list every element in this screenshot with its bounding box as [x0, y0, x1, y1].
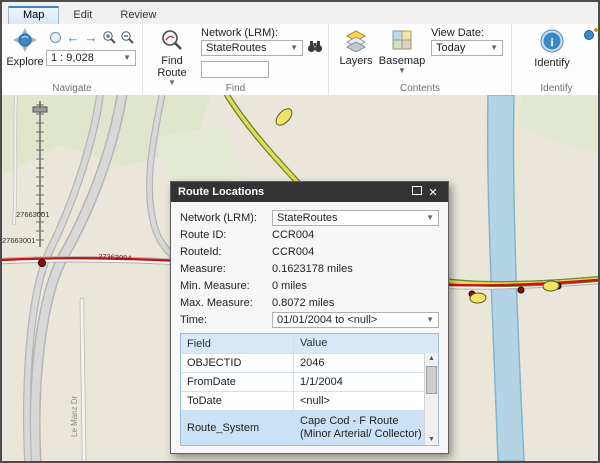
- field-value: CCR004: [272, 228, 315, 241]
- navigate-group-label: Navigate: [52, 83, 92, 94]
- field-value: 0.1623178 miles: [272, 262, 353, 275]
- network-lrm-label: Network (LRM):: [201, 27, 279, 39]
- scroll-up-icon[interactable]: ▲: [428, 353, 435, 364]
- chevron-down-icon: ▼: [123, 53, 131, 62]
- tab-review[interactable]: Review: [106, 6, 170, 24]
- maximize-icon[interactable]: [409, 186, 425, 198]
- column-header-value: Value: [300, 337, 328, 349]
- table-row[interactable]: FromDate 1/1/2004: [181, 372, 438, 391]
- street-name-label: Le Manz Dr: [70, 395, 79, 437]
- table-row[interactable]: OBJECTID 2046: [181, 353, 438, 372]
- view-date-label: View Date:: [431, 27, 484, 39]
- field-label: Network (LRM):: [180, 211, 258, 224]
- explore-icon: [12, 27, 38, 56]
- tab-map[interactable]: Map: [8, 6, 60, 24]
- route-point: [37, 258, 47, 268]
- zoom-out-icon[interactable]: [118, 28, 136, 46]
- table-header-row: Field Value: [181, 334, 438, 353]
- ribbon: Explore ← → 1 : 9,028 ▼ Navigate Find Ro…: [2, 24, 598, 96]
- close-icon[interactable]: ✕: [425, 186, 441, 199]
- view-date-combo[interactable]: Today ▼: [431, 40, 503, 56]
- find-route-value-input[interactable]: [201, 61, 269, 78]
- table-row[interactable]: ToDate <null>: [181, 391, 438, 410]
- field-label: Time:: [180, 313, 208, 326]
- find-route-button[interactable]: Find Route ▼: [151, 28, 193, 87]
- chevron-down-icon: ▼: [490, 43, 498, 52]
- panel-body: Network (LRM): StateRoutes ▼ Route ID: CCR…: [171, 202, 448, 453]
- group-identify: i Identify Identify: [512, 24, 598, 95]
- field-value: 0.8072 miles: [272, 296, 335, 309]
- layers-button[interactable]: Layers: [337, 28, 375, 67]
- basemap-icon: [390, 28, 414, 55]
- field-label: Min. Measure:: [180, 279, 250, 292]
- scroll-down-icon[interactable]: ▼: [428, 434, 435, 445]
- app-window: Map Edit Review Explore ← → 1: 9,028 ▼ …: [0, 0, 600, 463]
- route-id-label: 27663001: [16, 210, 49, 219]
- panel-titlebar[interactable]: Route Locations ✕: [171, 182, 448, 202]
- identify-window-icon[interactable]: [583, 26, 598, 46]
- identify-icon: i: [539, 28, 565, 57]
- chevron-down-icon: ▼: [398, 66, 406, 75]
- field-value: CCR004: [272, 245, 315, 258]
- scrollbar-thumb[interactable]: [426, 366, 437, 394]
- zoom-in-icon[interactable]: [100, 28, 118, 46]
- route-point: [517, 286, 525, 294]
- identify-group-label: Identify: [540, 83, 573, 94]
- find-route-icon: [160, 28, 184, 55]
- panel-title: Route Locations: [178, 186, 265, 198]
- full-extent-icon[interactable]: [46, 28, 64, 46]
- group-contents: Layers Basemap ▼ View Date: Today ▼ Cont…: [329, 24, 512, 95]
- basemap-button[interactable]: Basemap ▼: [379, 28, 425, 75]
- previous-extent-icon[interactable]: ←: [64, 28, 82, 46]
- time-combo[interactable]: 01/01/2004 to <null> ▼: [272, 311, 439, 328]
- layers-icon: [344, 28, 368, 55]
- attributes-table: Field Value OBJECTID 2046 FromDate 1/1/2…: [180, 333, 439, 446]
- group-find: Find Route ▼ Network (LRM): StateRoutes ▼…: [143, 24, 329, 95]
- navigate-small-toolbar: ← →: [46, 28, 136, 46]
- explore-button[interactable]: Explore: [6, 27, 44, 68]
- scale-combo[interactable]: 1 : 9,028 ▼: [46, 50, 136, 66]
- chevron-down-icon: ▼: [290, 43, 298, 52]
- table-row-selected[interactable]: Route_System Cape Cod - F Route (Minor A…: [181, 410, 438, 445]
- network-lrm-combo[interactable]: StateRoutes ▼: [201, 40, 303, 56]
- field-value: 0 miles: [272, 279, 307, 292]
- chevron-down-icon: ▼: [426, 314, 434, 324]
- chevron-down-icon: ▼: [426, 212, 434, 222]
- contents-group-label: Contents: [399, 83, 441, 94]
- table-scrollbar[interactable]: ▲ ▼: [424, 353, 438, 445]
- binoculars-icon[interactable]: [307, 39, 323, 59]
- column-header-field: Field: [181, 334, 294, 353]
- ruler-handle[interactable]: [32, 106, 48, 113]
- group-navigate: Explore ← → 1 : 9,028 ▼ Navigate: [2, 24, 143, 95]
- route-id-label: 27663001: [2, 236, 35, 245]
- route-locations-panel: Route Locations ✕ Network (LRM): StateRo…: [170, 181, 449, 454]
- field-label: Route ID:: [180, 228, 227, 241]
- tab-edit[interactable]: Edit: [59, 6, 106, 24]
- network-combo[interactable]: StateRoutes ▼: [272, 209, 439, 226]
- field-label: Measure:: [180, 262, 226, 275]
- field-label: Max. Measure:: [180, 296, 253, 309]
- identify-button[interactable]: i Identify: [530, 28, 574, 69]
- route-id-label: 27363004: [98, 252, 132, 263]
- field-label: RouteId:: [180, 245, 222, 258]
- find-group-label: Find: [225, 83, 246, 94]
- ribbon-tabbar: Map Edit Review: [2, 2, 598, 24]
- next-extent-icon[interactable]: →: [82, 28, 100, 46]
